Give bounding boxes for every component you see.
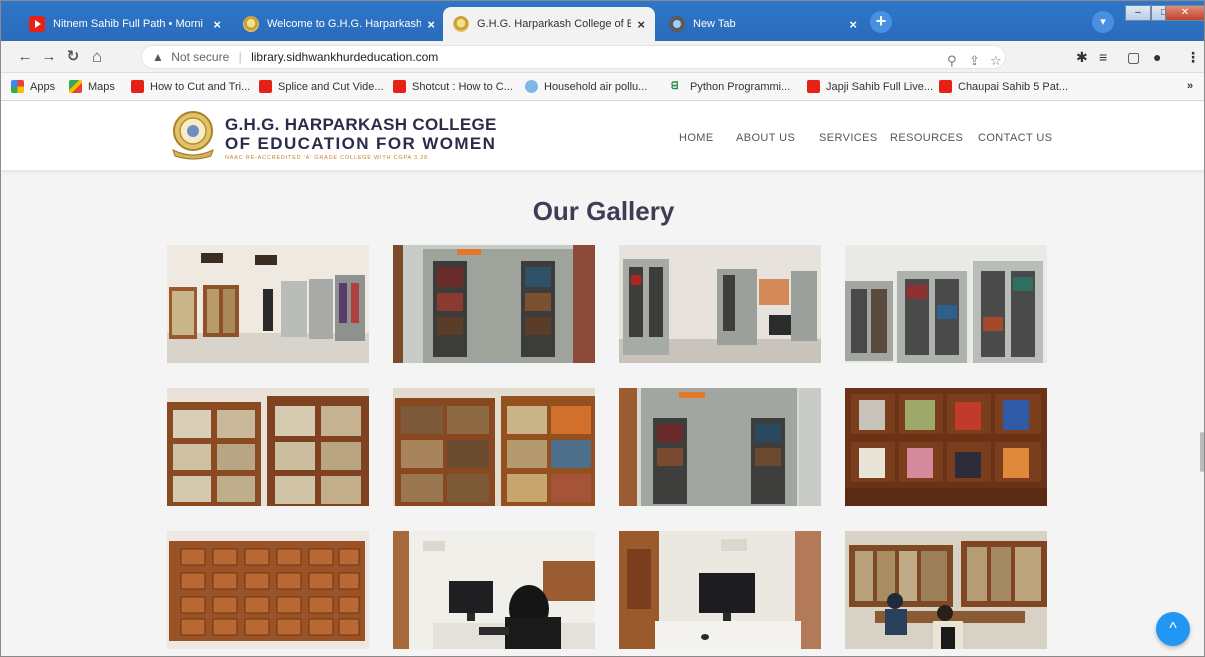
tab-new-tab[interactable]: New Tab × (659, 7, 867, 41)
tab-close-icon[interactable]: × (213, 17, 221, 32)
almirahs-window-photo[interactable] (619, 245, 821, 363)
nav-contact-us[interactable]: CONTACT US (978, 132, 1053, 144)
wooden-cabinets-photo[interactable] (393, 388, 595, 506)
reading-list-icon[interactable]: ≡ (1099, 49, 1107, 65)
forward-arrow-icon[interactable]: → (39, 47, 59, 67)
warning-icon[interactable]: ▲ (152, 46, 164, 68)
bookmark-splice-cut[interactable]: Splice and Cut Vide... (259, 80, 384, 93)
close-window-button[interactable]: ✕ (1165, 5, 1204, 21)
reload-icon[interactable]: ↻ (63, 47, 83, 67)
back-arrow-icon[interactable]: ← (15, 47, 35, 67)
bookmark-label: Japji Sahib Full Live... (826, 80, 933, 93)
side-panel-icon[interactable]: ▢ (1127, 49, 1140, 65)
college-name-line1[interactable]: G.H.G. HARPARKASH COLLEGE (225, 115, 497, 135)
gallery-title: Our Gallery (532, 196, 675, 226)
wooden-shelves-photo[interactable] (167, 388, 369, 506)
tab-close-icon[interactable]: × (849, 17, 857, 32)
who-icon (525, 80, 538, 93)
library-hall-photo[interactable] (167, 245, 369, 363)
bookmark-label: Apps (30, 80, 56, 93)
web-page: G.H.G. HARPARKASH COLLEGE OF EDUCATION F… (1, 102, 1204, 656)
college-logo-icon[interactable] (171, 110, 215, 160)
glass-almirahs-photo[interactable] (845, 245, 1047, 363)
steel-almirah-photo[interactable] (393, 245, 595, 363)
card-catalogue-photo[interactable] (167, 531, 369, 649)
tab-label: Welcome to G.H.G. Harparkash C (267, 18, 422, 30)
bookmark-python[interactable]: ᗺ Python Programmi... (671, 80, 790, 93)
nav-about-us[interactable]: ABOUT US (736, 132, 795, 144)
extensions-icon[interactable]: ✱ (1076, 49, 1088, 65)
maps-icon (69, 80, 82, 93)
youtube-icon (131, 80, 144, 93)
student-computer-photo[interactable] (393, 531, 595, 649)
home-icon[interactable]: ⌂ (87, 47, 107, 67)
bookmark-maps[interactable]: Maps (69, 80, 115, 93)
bookmark-label: Splice and Cut Vide... (278, 80, 384, 93)
tab-college-library[interactable]: G.H.G. Harparkash College of Edu × (443, 7, 655, 41)
browser-window: Nitnem Sahib Full Path • Morni × Welcome… (0, 0, 1205, 657)
tab-label: G.H.G. Harparkash College of Edu (477, 18, 632, 30)
bookmark-label: Python Programmi... (690, 80, 791, 93)
nav-resources[interactable]: RESOURCES (890, 132, 963, 144)
url-text: library.sidhwankhurdeducation.com (251, 50, 439, 64)
site-header: G.H.G. HARPARKASH COLLEGE OF EDUCATION F… (1, 102, 1204, 170)
tab-nitnem-sahib[interactable]: Nitnem Sahib Full Path • Morni × (19, 7, 231, 41)
scroll-to-top-button[interactable]: ^ (1156, 612, 1190, 646)
bookmark-chaupai-sahib[interactable]: Chaupai Sahib 5 Pat... (939, 80, 1068, 93)
nav-services[interactable]: SERVICES (819, 132, 878, 144)
college-tagline: NAAC RE-ACCREDITED 'A' GRADE COLLEGE WIT… (225, 155, 428, 161)
youtube-icon (393, 80, 406, 93)
bookmark-label: How to Cut and Tri... (150, 80, 251, 93)
star-icon[interactable]: ☆ (990, 50, 1002, 72)
divider: | (238, 50, 242, 64)
bookmark-air-pollution[interactable]: Household air pollu... (525, 80, 647, 93)
steel-cupboard-photo[interactable] (619, 388, 821, 506)
apps-icon (11, 80, 24, 93)
profile-icon[interactable]: ● (1153, 49, 1161, 65)
tab-label: Nitnem Sahib Full Path • Morni (53, 18, 203, 30)
bookmark-label: Chaupai Sahib 5 Pat... (958, 80, 1069, 93)
youtube-icon (939, 80, 952, 93)
reading-room-photo[interactable] (845, 531, 1047, 649)
bookmark-label: Shotcut : How to C... (412, 80, 513, 93)
gfg-icon: ᗺ (671, 81, 679, 92)
journal-rack-photo[interactable] (845, 388, 1047, 506)
computer-desk-photo[interactable] (619, 531, 821, 649)
address-bar[interactable]: ▲ Not secure | library.sidhwankhurdeduca… (141, 45, 1006, 69)
bookmark-shotcut[interactable]: Shotcut : How to C... (393, 80, 513, 93)
more-bookmarks-button[interactable]: » (1187, 80, 1193, 92)
share-icon[interactable]: ⇪ (969, 50, 980, 72)
new-tab-icon (669, 16, 685, 32)
bookmark-label: Household air pollu... (544, 80, 648, 93)
bookmark-cut-trim[interactable]: How to Cut and Tri... (131, 80, 250, 93)
youtube-icon (29, 16, 45, 32)
minimize-button[interactable]: – (1125, 5, 1151, 21)
tab-close-icon[interactable]: × (637, 17, 645, 32)
menu-dots-icon[interactable]: ⋮ (1186, 49, 1200, 65)
college-logo-icon (453, 16, 469, 32)
chevron-down-icon[interactable]: ▾ (1092, 11, 1114, 33)
tab-strip: Nitnem Sahib Full Path • Morni × Welcome… (1, 1, 1204, 41)
youtube-icon (259, 80, 272, 93)
tab-welcome-college[interactable]: Welcome to G.H.G. Harparkash C × (233, 7, 445, 41)
scrollbar-thumb[interactable] (1200, 432, 1204, 472)
tab-label: New Tab (693, 18, 736, 30)
zoom-icon[interactable]: ⚲ (947, 50, 957, 72)
bookmarks-bar: Apps Maps How to Cut and Tri... Splice a… (1, 73, 1204, 101)
bookmark-apps[interactable]: Apps (11, 80, 55, 93)
college-logo-icon (243, 16, 259, 32)
bookmark-japji-sahib[interactable]: Japji Sahib Full Live... (807, 80, 933, 93)
college-name-line2[interactable]: OF EDUCATION FOR WOMEN (225, 134, 496, 154)
tab-close-icon[interactable]: × (427, 17, 435, 32)
nav-home[interactable]: HOME (679, 132, 714, 144)
browser-toolbar: ← → ↻ ⌂ ▲ Not secure | library.sidhwankh… (1, 41, 1204, 73)
youtube-icon (807, 80, 820, 93)
bookmark-label: Maps (88, 80, 115, 93)
security-label: Not secure (171, 50, 230, 64)
new-tab-button[interactable]: + (870, 11, 892, 33)
